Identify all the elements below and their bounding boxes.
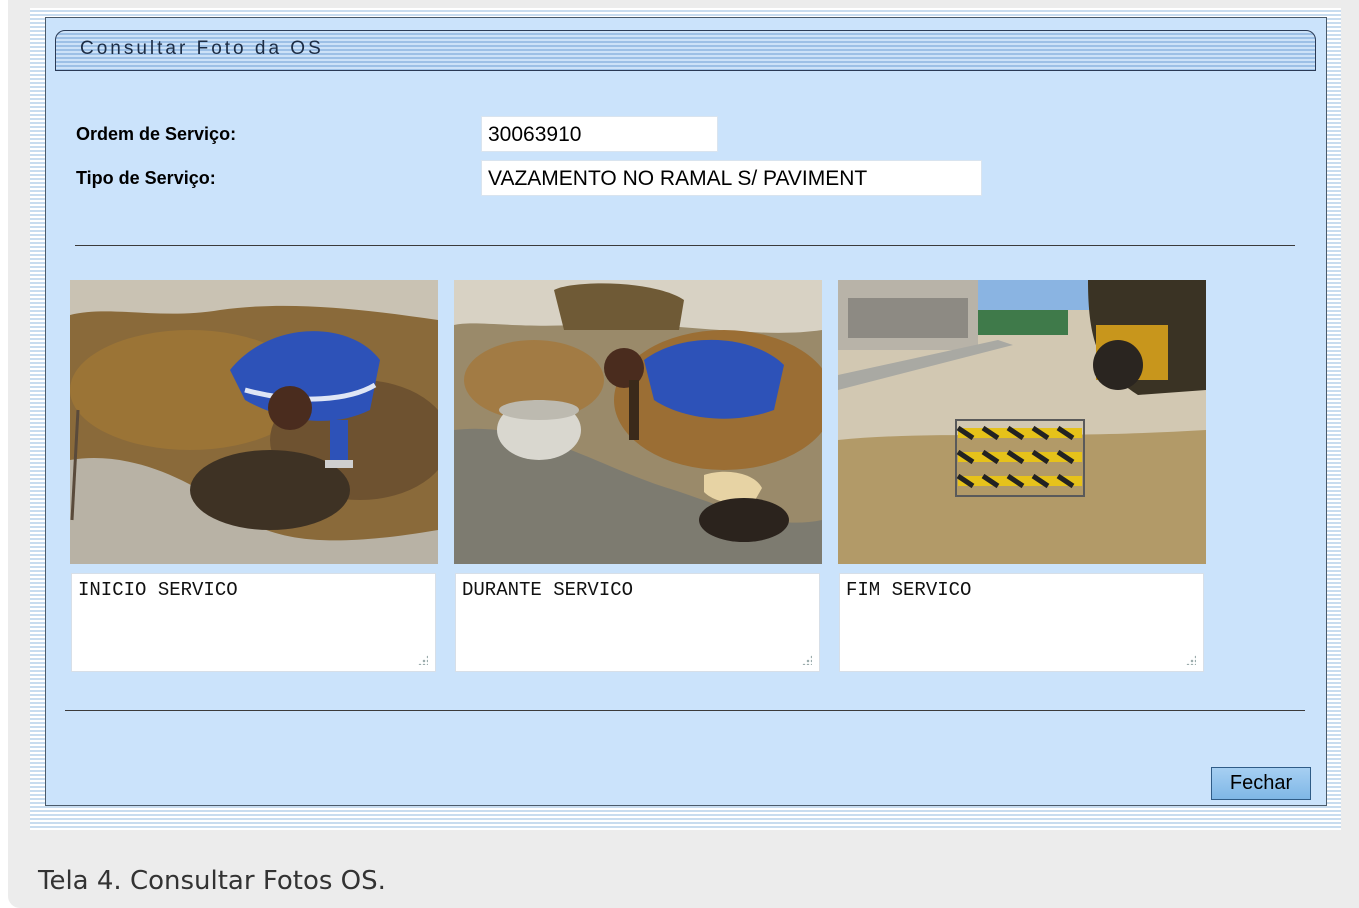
tipo-servico-field[interactable]: VAZAMENTO NO RAMAL S/ PAVIMENT xyxy=(481,160,982,196)
resize-grip-icon[interactable] xyxy=(802,655,812,665)
figure-caption: Tela 4. Consultar Fotos OS. xyxy=(38,866,386,896)
photo-durante-servico[interactable] xyxy=(454,280,822,564)
resize-grip-icon[interactable] xyxy=(418,655,428,665)
photo-durante-image xyxy=(454,280,822,564)
caption-inicio[interactable]: INICIO SERVICO xyxy=(71,573,436,672)
top-divider xyxy=(75,245,1295,246)
resize-grip-icon[interactable] xyxy=(1186,655,1196,665)
caption-fim[interactable]: FIM SERVICO xyxy=(839,573,1204,672)
caption-durante-text: DURANTE SERVICO xyxy=(462,579,634,601)
bottom-divider xyxy=(65,710,1305,711)
photo-inicio-image xyxy=(70,280,438,564)
panel-title: Consultar Foto da OS xyxy=(80,38,324,59)
ordem-servico-label: Ordem de Serviço: xyxy=(76,124,237,144)
caption-fim-text: FIM SERVICO xyxy=(846,579,972,601)
photo-fim-image xyxy=(838,280,1206,564)
caption-durante[interactable]: DURANTE SERVICO xyxy=(455,573,820,672)
photo-inicio-servico[interactable] xyxy=(70,280,438,564)
tipo-servico-label: Tipo de Serviço: xyxy=(76,168,216,188)
fechar-button[interactable]: Fechar xyxy=(1211,767,1311,800)
photo-fim-servico[interactable] xyxy=(838,280,1206,564)
caption-inicio-text: INICIO SERVICO xyxy=(78,579,238,601)
ordem-servico-field[interactable]: 30063910 xyxy=(481,116,718,152)
